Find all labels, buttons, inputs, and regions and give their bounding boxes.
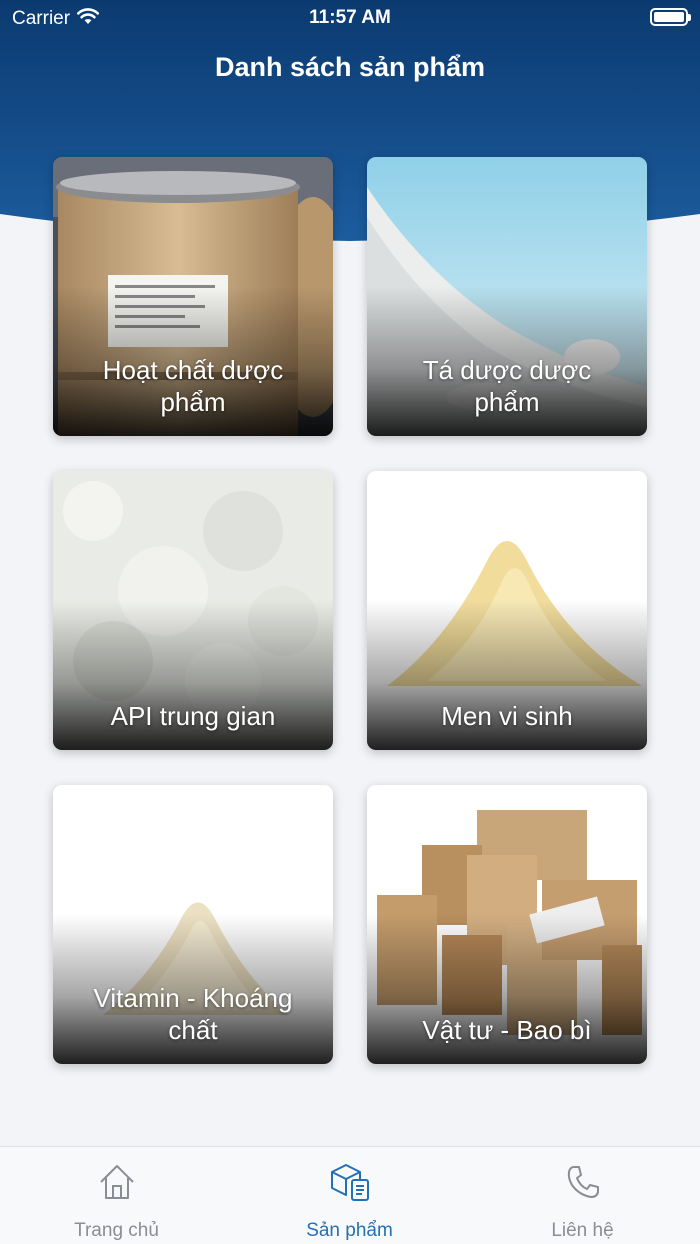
product-card-vitamin[interactable]: Vitamin - Khoáng chất: [53, 785, 333, 1064]
product-box-icon: [233, 1162, 466, 1202]
product-card-label: Hoạt chất dược phẩm: [102, 355, 284, 417]
product-card-label: Vật tư - Bao bì: [422, 1015, 592, 1045]
product-card-label: Tá dược dược phẩm: [422, 355, 592, 417]
product-card-label: Men vi sinh: [441, 701, 573, 731]
page-title: Danh sách sản phẩm: [214, 52, 486, 82]
bottom-tab-bar: Trang chủ Sản phẩm Liên hệ: [0, 1146, 700, 1244]
tab-contact-label: Liên hệ: [551, 1220, 614, 1241]
status-time: 11:57 AM: [309, 7, 391, 28]
tab-home[interactable]: Trang chủ: [0, 1147, 233, 1244]
product-card-vat-tu[interactable]: Vật tư - Bao bì: [367, 785, 647, 1064]
product-card-api-trung-gian[interactable]: API trung gian: [53, 471, 333, 750]
product-card-label: Vitamin - Khoáng chất: [93, 983, 293, 1045]
battery-icon: [650, 8, 691, 26]
status-bar: Carrier 11:57 AM: [0, 0, 700, 36]
tab-home-label: Trang chủ: [74, 1220, 159, 1241]
tab-products-label: Sản phẩm: [306, 1220, 393, 1241]
tab-products[interactable]: Sản phẩm: [233, 1147, 466, 1244]
home-icon: [0, 1162, 233, 1202]
tab-contact[interactable]: Liên hệ: [466, 1147, 699, 1244]
phone-icon: [466, 1162, 699, 1202]
product-card-men-vi-sinh[interactable]: Men vi sinh: [367, 471, 647, 750]
product-card-ta-duoc[interactable]: Tá dược dược phẩm: [367, 157, 647, 436]
product-card-label: API trung gian: [110, 701, 276, 731]
product-card-hoat-chat[interactable]: Hoạt chất dược phẩm: [53, 157, 333, 436]
